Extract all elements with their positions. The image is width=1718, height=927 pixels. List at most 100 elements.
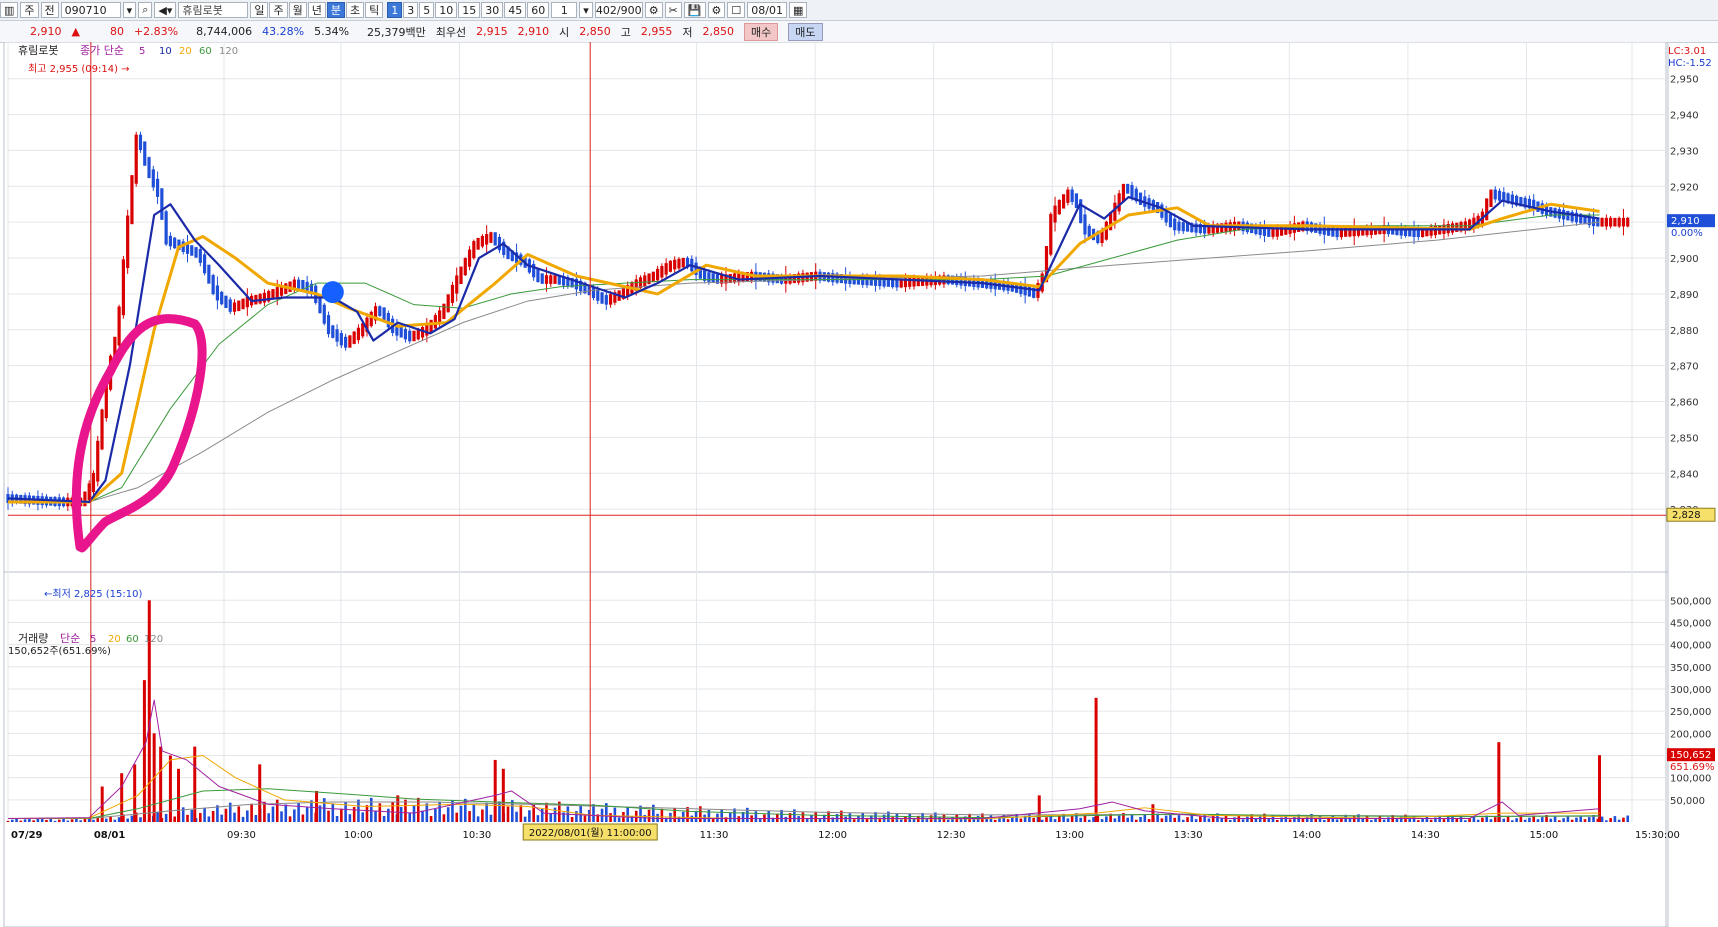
interval-tab-45[interactable]: 45 (504, 2, 527, 18)
candle-body (1626, 217, 1630, 227)
interval-tab-3[interactable]: 3 (403, 2, 419, 18)
volume-bar (1160, 818, 1164, 822)
candle-body (651, 271, 655, 283)
interval-tab-5[interactable]: 5 (419, 2, 435, 18)
search-icon[interactable]: ⌕ (138, 2, 153, 18)
prev-select[interactable]: 전 (40, 2, 59, 18)
volume-bar (1523, 819, 1527, 822)
period-tab-2[interactable]: 월 (288, 2, 307, 18)
interval-dropdown-icon[interactable]: ▾ (579, 2, 593, 18)
candle-body (1177, 221, 1181, 231)
volume-bar (1540, 817, 1544, 822)
candle-body (211, 275, 215, 295)
volume-bar (250, 803, 253, 822)
volume-bar (399, 806, 403, 822)
volume-bar (1194, 819, 1198, 822)
volume-bar (1575, 817, 1578, 822)
price-tick-label: 2,870 (1670, 362, 1699, 373)
volume-bar (1006, 819, 1010, 822)
volume-bar (852, 819, 856, 822)
volume-bar (361, 812, 365, 822)
interval-tab-15[interactable]: 15 (458, 2, 481, 18)
candle-body (480, 235, 484, 247)
volume-bar (1417, 820, 1420, 822)
count-field[interactable]: 402/900 (594, 2, 643, 18)
candle-body (262, 292, 267, 303)
candle-body (399, 326, 403, 338)
interval-tab-60[interactable]: 60 (527, 2, 550, 18)
candle-body (121, 259, 125, 316)
volume-bar (1459, 816, 1463, 822)
date-input[interactable]: 08/01 (747, 2, 787, 18)
chart-canvas[interactable]: 2022/08/01(월) 11:00:00 2,8302,8402,8502,… (0, 42, 1718, 927)
stock-code-input[interactable]: 090710 (60, 2, 121, 18)
candle-body (463, 258, 467, 276)
volume-bar (36, 819, 40, 822)
last-volume-pct: 651.69% (1670, 762, 1715, 773)
volume-bar (1570, 819, 1574, 822)
candle-body (459, 266, 463, 285)
candle-body (130, 175, 134, 225)
price-legend-period: 20 (179, 46, 192, 57)
volume-spike-bar (177, 768, 181, 822)
period-tab-0[interactable]: 일 (250, 2, 269, 18)
settings-icon[interactable]: ⚙ (644, 2, 663, 18)
volume-bar (801, 812, 805, 822)
candle-body (489, 232, 493, 243)
period-tab-4[interactable]: 분 (326, 2, 345, 18)
candle-body (1074, 193, 1079, 208)
sound-icon[interactable]: ◀▾ (154, 2, 177, 18)
volume-bar (284, 804, 288, 822)
interval-input[interactable]: 1 (551, 2, 578, 18)
market-select[interactable]: 주 (20, 2, 39, 18)
period-tab-1[interactable]: 주 (269, 2, 288, 18)
volume-spike-bar (1598, 755, 1602, 822)
volume-spike-bar (501, 768, 505, 822)
date-checkbox[interactable]: ☐ (727, 2, 746, 18)
volume-bar (1519, 816, 1523, 822)
save-icon[interactable]: 💾 (683, 2, 706, 18)
candle-body (198, 249, 202, 263)
volume-bar (844, 816, 847, 822)
volume-bar (1147, 819, 1151, 822)
interval-tab-1[interactable]: 1 (387, 2, 403, 18)
candle-body (1570, 211, 1574, 222)
volume-bar (139, 817, 142, 822)
period-tab-6[interactable]: 틱 (365, 2, 384, 18)
interval-tab-30[interactable]: 30 (481, 2, 504, 18)
interval-tabs: 1 3 5 10 15 30 45 60 (387, 2, 550, 18)
interval-tab-10[interactable]: 10 (435, 2, 458, 18)
candle-body (425, 324, 429, 336)
candle-body (450, 284, 455, 303)
period-tab-5[interactable]: 초 (345, 2, 365, 18)
candle-body (91, 472, 96, 493)
volume-bar (369, 797, 373, 822)
volume-bar (1301, 818, 1305, 822)
volume-bar (506, 806, 510, 822)
buy-button[interactable]: 매수 (744, 22, 779, 41)
period-tab-3[interactable]: 년 (307, 2, 326, 18)
sell-button[interactable]: 매도 (788, 22, 823, 41)
candle-body (164, 211, 168, 245)
time-tick-label: 13:30 (1174, 830, 1203, 841)
layout-icon[interactable]: ▥ (0, 2, 19, 18)
open-label: 시 (559, 25, 570, 39)
volume-bar (297, 802, 300, 822)
dropdown-icon[interactable]: ▾ (122, 2, 137, 18)
volume-bar (322, 798, 326, 822)
price-legend-name: 휴림로봇 (18, 44, 58, 57)
volume-bar (1186, 817, 1189, 822)
gear-icon[interactable]: ⚙ (707, 2, 726, 18)
calendar-icon[interactable]: ▦ (789, 2, 808, 18)
candle-body (258, 293, 262, 304)
low-price: 2,850 (702, 25, 735, 38)
volume-bar (1173, 817, 1177, 822)
volume-bar (660, 808, 664, 822)
candle-body (442, 303, 446, 319)
candle-body (83, 491, 87, 507)
volume-bar (1199, 816, 1202, 822)
low-label: 저 (682, 25, 693, 39)
stock-name[interactable]: 휴림로봇 (178, 2, 249, 18)
candle-body (1113, 202, 1117, 221)
scissors-icon[interactable]: ✂ (664, 2, 682, 18)
